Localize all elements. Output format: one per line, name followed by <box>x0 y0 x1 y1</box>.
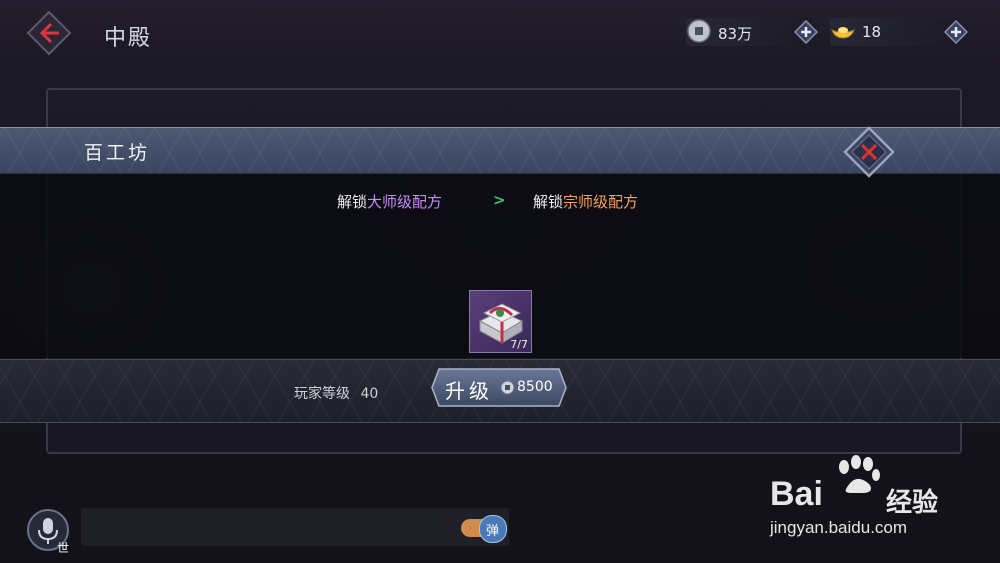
watermark-url: jingyan.baidu.com <box>770 518 908 537</box>
upgrade-cost: 8500 <box>517 379 553 395</box>
upgrade-button[interactable]: 升级 8500 <box>431 368 567 407</box>
back-button[interactable] <box>27 11 71 55</box>
player-level: 玩家等级 40 <box>294 383 378 403</box>
modal-title: 百工坊 <box>84 142 151 164</box>
add-gold-button[interactable] <box>944 20 968 44</box>
gold-currency: 18 <box>830 18 968 46</box>
watermark-suffix: 经验 <box>886 488 939 518</box>
gold-ingot-icon <box>831 27 855 39</box>
barrage-toggle[interactable]: 弹 <box>461 515 507 543</box>
silver-currency: 83万 <box>686 18 818 46</box>
unlock-tier-master: 大师级配方 <box>367 193 443 211</box>
silver-coin-icon <box>500 380 515 395</box>
baidu-watermark: Bai 经验 jingyan.baidu.com <box>770 455 980 545</box>
unlock-prefix: 解锁 <box>337 193 368 211</box>
gold-amount: 18 <box>862 23 882 41</box>
page-title: 中殿 <box>104 26 153 51</box>
watermark-brand: Bai <box>770 475 823 513</box>
unlock-current: 解锁大师级配方 <box>337 191 442 212</box>
upgrade-label: 升级 <box>445 379 493 403</box>
arrow-icon: > <box>493 191 506 209</box>
material-item-slot[interactable]: 7/7 <box>469 290 532 353</box>
item-count: 7/7 <box>510 338 528 351</box>
unlock-next: 解锁宗师级配方 <box>533 191 638 212</box>
toggle-label: 弹 <box>486 524 500 539</box>
player-level-value: 40 <box>360 386 379 402</box>
unlock-prefix: 解锁 <box>533 193 564 211</box>
paw-logo-icon <box>839 455 880 493</box>
chat-input[interactable] <box>81 508 509 546</box>
silver-amount: 83万 <box>718 25 753 43</box>
toggle-knob: 弹 <box>479 515 507 543</box>
silver-coin-icon <box>687 19 711 43</box>
chat-channel-label: 世 <box>57 541 70 555</box>
add-silver-button[interactable] <box>794 20 818 44</box>
unlock-tier-grandmaster: 宗师级配方 <box>563 193 639 211</box>
unlock-row: 解锁大师级配方 > 解锁宗师级配方 <box>0 191 1000 213</box>
close-button[interactable] <box>843 126 895 178</box>
player-level-label: 玩家等级 <box>294 386 350 402</box>
